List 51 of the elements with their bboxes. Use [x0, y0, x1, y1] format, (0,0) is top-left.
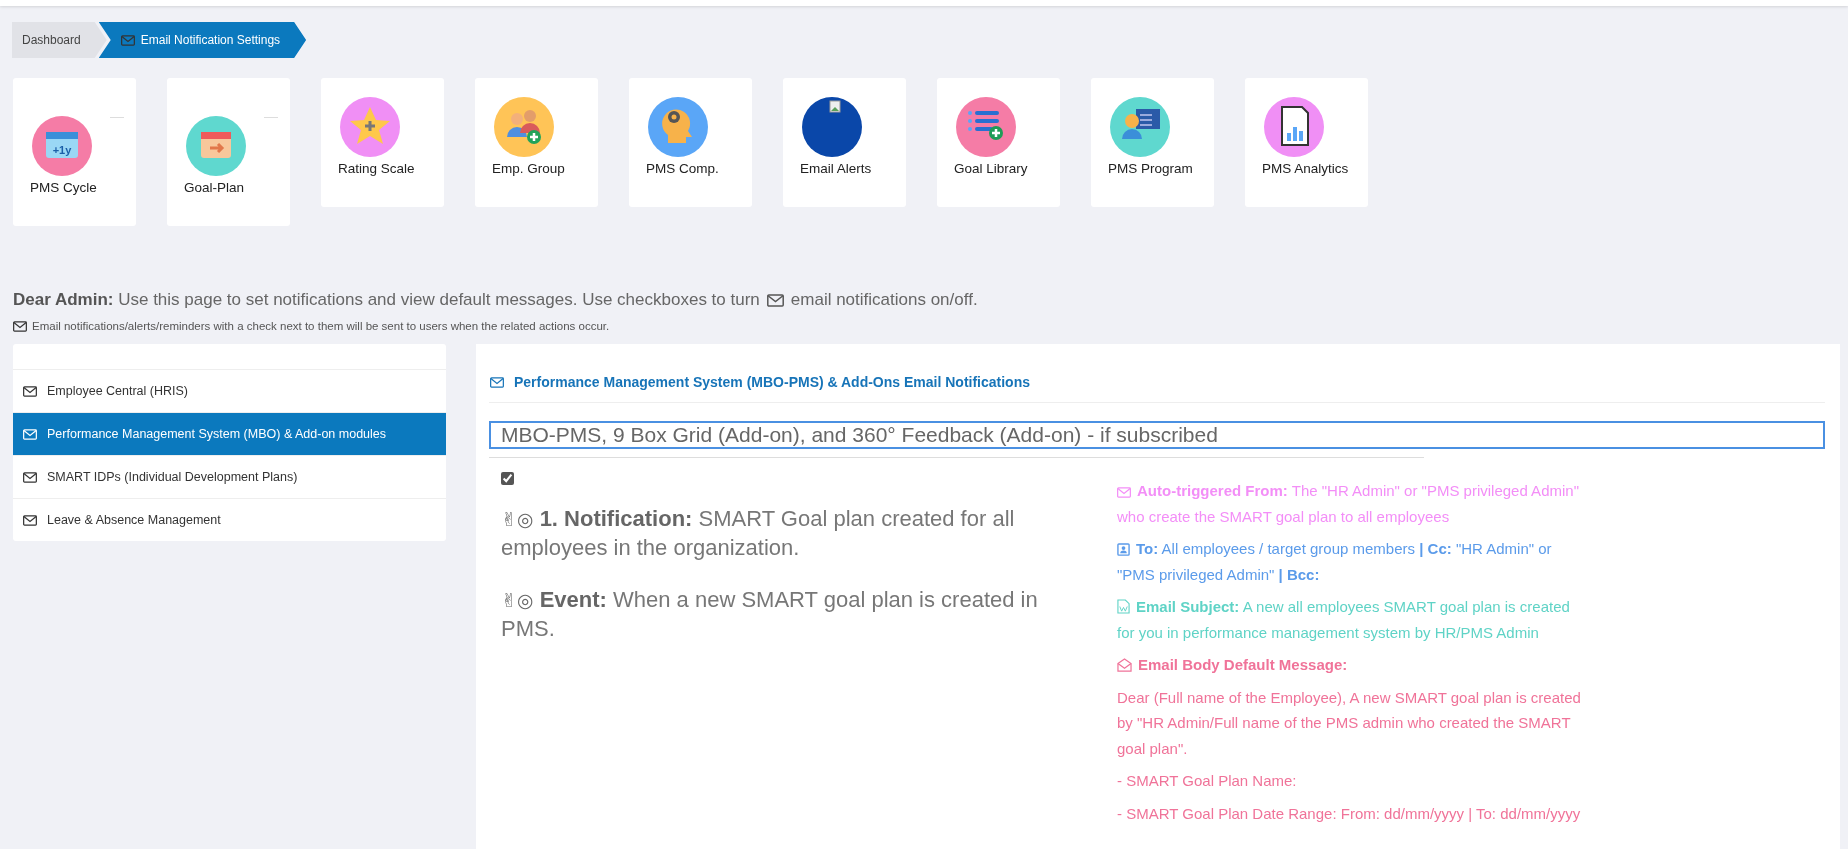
email-detail-text: - SMART Goal Plan Date Range: From: dd/mm/yyyy | To: dd/mm/yyyy — [1117, 803, 1582, 824]
notification-checkbox[interactable] — [501, 472, 514, 485]
document-icon — [1117, 599, 1130, 614]
module-tile[interactable]: Emp. Group — [475, 78, 598, 207]
module-tile[interactable]: PMS Comp. — [629, 78, 752, 207]
intro-text-end: email notifications on/off. — [790, 290, 978, 310]
email-detail-text: - SMART Goal Plan Name: — [1117, 771, 1298, 791]
note-text: Email notifications/alerts/reminders with a check next to them will be sent to users when the related actions occur. — [32, 320, 610, 332]
section-field[interactable]: MBO-PMS, 9 Box Grid (Add-on), and 360° Feedback (Add-on) - if subscribed — [489, 421, 1825, 449]
envelope-icon — [1117, 487, 1131, 498]
module-tile[interactable]: PMS Program — [1091, 78, 1214, 207]
calendar-icon: +1y — [32, 116, 92, 176]
breadcrumb-link[interactable]: Email Notification Settings — [98, 22, 307, 58]
envelope-icon — [120, 34, 135, 46]
envelope-icon — [490, 376, 504, 388]
sidebar-item[interactable]: Performance Management System (MBO) & Add-on modules — [13, 412, 446, 455]
tile-label: Rating Scale — [338, 161, 416, 176]
notification-text: ✌◎ 1. Notification: SMART Goal plan created for all employees in the organization. — [501, 505, 1016, 562]
tile-label: Email Alerts — [800, 161, 873, 176]
email-detail-text: To: All employees / target group members | Cc: "HR Admin" or "PMS privileged Admin" | Bcc: — [1117, 539, 1553, 585]
tile-label: PMS Cycle — [30, 180, 98, 195]
contact-card-icon — [1117, 543, 1130, 556]
tile-label: PMS Program — [1108, 161, 1194, 176]
tile-label: Goal-Plan — [184, 180, 246, 195]
open-envelope-icon — [1117, 658, 1132, 672]
module-tile[interactable]: +1y PMS Cycle — [13, 78, 136, 226]
email-detail-text: Dear (Full name of the Employee), A new SMART goal plan is created by "HR Admin/Full name of the PMS admin who created the SMART goal plan". — [1117, 687, 1582, 759]
tile-label: PMS Comp. — [646, 161, 720, 176]
sidebar-item[interactable]: SMART IDPs (Individual Development Plans) — [13, 455, 446, 498]
tile-label: Emp. Group — [492, 161, 566, 176]
envelope-icon — [23, 385, 37, 397]
envelope-icon — [23, 428, 37, 440]
panel-title: Performance Management System (MBO-PMS) & Add-Ons Email Notifications — [514, 374, 1030, 390]
email-detail-text: Email Subject: A new all employees SMART goal plan is created for you in performance management system by HR/PMS Admin — [1117, 597, 1571, 643]
intro-text: Dear Admin: Use this page to set notifications and view default messages. Use checkboxes to turn — [13, 290, 760, 310]
module-tile[interactable]: Email Alerts — [783, 78, 906, 207]
module-tile[interactable]: Goal Library — [937, 78, 1060, 207]
breadcrumb-link[interactable]: Dashboard — [12, 22, 107, 58]
envelope-icon — [23, 514, 37, 526]
module-tile[interactable]: PMS Analytics — [1245, 78, 1368, 207]
tile-label: Goal Library — [954, 161, 1029, 176]
envelope-icon — [23, 471, 37, 483]
envelope-icon — [766, 293, 784, 307]
notification-text: ✌◎ Event: When a new SMART goal plan is created in PMS. — [501, 586, 1039, 643]
sidebar-item[interactable]: Leave & Absence Management — [13, 498, 446, 541]
email-detail-text: Auto-triggered From: The "HR Admin" or "PMS privileged Admin" who create the SMART goal plan to all employees — [1117, 481, 1580, 527]
module-tile[interactable]: Rating Scale — [321, 78, 444, 207]
email-detail-text: Email Body Default Message: — [1117, 652, 1587, 678]
envelope-icon — [13, 320, 27, 332]
module-tile[interactable]: Goal-Plan — [167, 78, 290, 226]
tile-label: PMS Analytics — [1262, 161, 1350, 176]
